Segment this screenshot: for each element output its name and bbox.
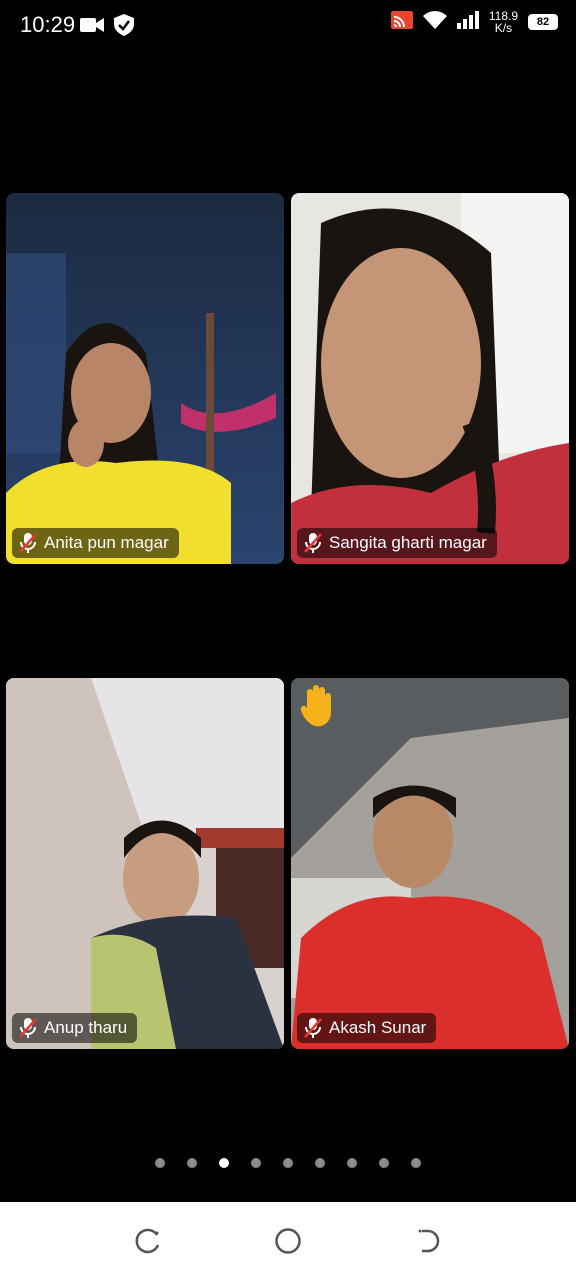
clock: 10:29 <box>20 12 76 37</box>
page-dot[interactable] <box>315 1158 325 1168</box>
video-camera-icon <box>80 17 104 38</box>
page-indicator[interactable] <box>0 1158 576 1168</box>
participant-video <box>6 678 284 1049</box>
video-tile[interactable]: Akash Sunar <box>291 678 569 1049</box>
participant-name: Akash Sunar <box>329 1018 427 1037</box>
recents-button[interactable] <box>131 1224 165 1258</box>
video-tile[interactable]: Anita pun magar <box>6 193 284 564</box>
home-icon <box>275 1228 301 1254</box>
video-tile[interactable]: Sangita gharti magar <box>291 193 569 564</box>
battery-icon: 82 <box>528 14 558 30</box>
name-tag: Sangita gharti magar <box>297 528 497 558</box>
name-tag: Anup tharu <box>12 1013 138 1043</box>
page-dot[interactable] <box>251 1158 261 1168</box>
participant-name: Anup tharu <box>44 1018 128 1037</box>
recents-icon <box>135 1228 160 1254</box>
participant-video <box>6 193 284 564</box>
shield-check-icon <box>114 14 134 41</box>
signal-icon <box>456 10 479 34</box>
page-dot[interactable] <box>347 1158 357 1168</box>
mic-muted-icon <box>19 533 37 553</box>
mic-muted-icon <box>304 1018 322 1038</box>
page-dot[interactable] <box>155 1158 165 1168</box>
name-tag: Anita pun magar <box>12 528 179 558</box>
participant-video <box>291 678 569 1049</box>
status-bar: 10:29 118.9 K/s 82 <box>0 0 576 52</box>
battery-level: 82 <box>536 16 550 28</box>
mic-muted-icon <box>19 1018 37 1038</box>
mic-muted-icon <box>304 533 322 553</box>
participant-name: Anita pun magar <box>44 533 169 552</box>
page-dot[interactable] <box>187 1158 197 1168</box>
video-tile[interactable]: Anup tharu <box>6 678 284 1049</box>
page-dot-active[interactable] <box>219 1158 229 1168</box>
participant-name: Sangita gharti magar <box>329 533 487 552</box>
page-dot[interactable] <box>283 1158 293 1168</box>
name-tag: Akash Sunar <box>297 1013 437 1043</box>
back-icon <box>418 1229 440 1253</box>
speed-unit: K/s <box>494 21 513 35</box>
navigation-bar <box>0 1202 576 1280</box>
wifi-icon <box>422 10 447 34</box>
cast-icon <box>390 10 413 34</box>
page-dot[interactable] <box>379 1158 389 1168</box>
network-speed: 118.9 K/s <box>489 10 518 34</box>
raised-hand-icon <box>300 685 331 727</box>
back-button[interactable] <box>411 1224 445 1258</box>
participant-video <box>291 193 569 564</box>
page-dot[interactable] <box>411 1158 421 1168</box>
home-button[interactable] <box>271 1224 305 1258</box>
